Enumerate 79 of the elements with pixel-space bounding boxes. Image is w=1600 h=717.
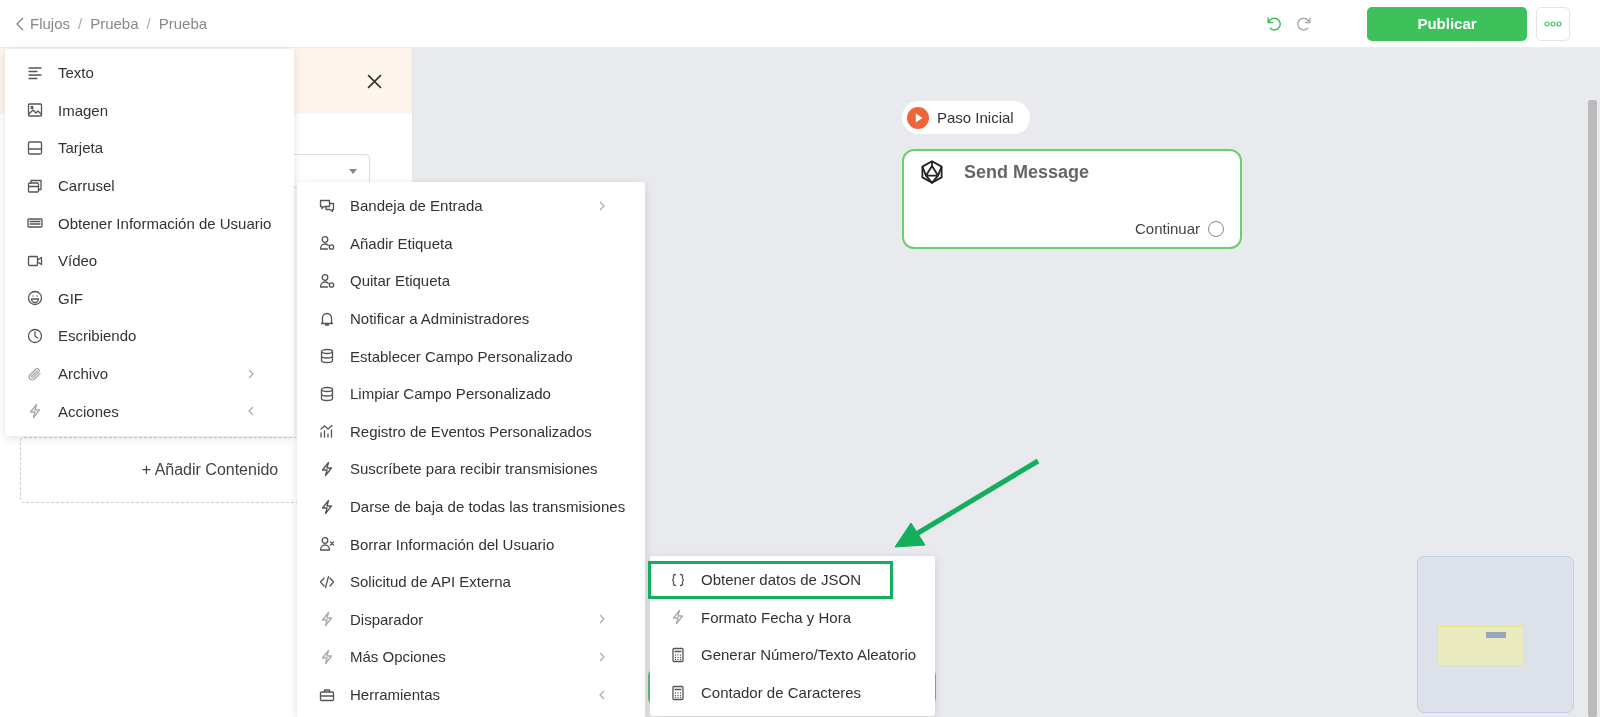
menu-item[interactable]: Establecer Campo Personalizado xyxy=(297,337,645,375)
picture-icon xyxy=(27,102,43,119)
menu-item[interactable]: Más Opciones xyxy=(297,638,645,676)
close-icon[interactable] xyxy=(367,73,382,89)
chevron-right-icon xyxy=(248,368,254,379)
user-tag-icon xyxy=(319,235,335,252)
breadcrumb-link[interactable]: Prueba xyxy=(90,15,139,32)
stacked-cards-icon xyxy=(27,177,43,194)
start-step-label: Paso Inicial xyxy=(937,109,1014,126)
menu-item[interactable]: Bandeja de Entrada xyxy=(297,187,645,225)
menu-item[interactable]: Acciones xyxy=(5,392,294,430)
node-title: Send Message xyxy=(964,161,1090,183)
smiley-icon xyxy=(27,290,43,307)
breadcrumb-separator: / xyxy=(146,15,151,32)
menu-item[interactable]: Escribiendo xyxy=(5,317,294,355)
bell-icon xyxy=(319,310,335,327)
menu-item[interactable]: Quitar Etiqueta xyxy=(297,262,645,300)
icosahedron-icon xyxy=(920,160,944,184)
chevron-right-icon xyxy=(599,651,605,662)
menu-item[interactable]: Vídeo xyxy=(5,241,294,280)
lightning-icon xyxy=(27,403,43,420)
lightning-icon xyxy=(670,609,686,626)
menu-item[interactable]: Obtener Información de Usuario xyxy=(5,204,294,242)
lightning-icon xyxy=(319,460,335,477)
play-icon xyxy=(907,106,929,129)
breadcrumb-link[interactable]: Flujos xyxy=(30,15,70,32)
minimap-node xyxy=(1486,632,1506,638)
database-icon xyxy=(319,348,335,365)
menu-item[interactable]: Carrusel xyxy=(5,166,294,205)
chevron-right-icon xyxy=(599,200,605,211)
breadcrumb-separator: / xyxy=(78,15,83,32)
menu-item[interactable]: Contador de Caracteres xyxy=(650,673,935,712)
menu-item[interactable]: Formato Fecha y Hora xyxy=(650,598,935,637)
minimap-viewport[interactable] xyxy=(1437,626,1524,666)
caret-down-icon xyxy=(349,168,357,174)
chevron-right-icon xyxy=(599,614,605,625)
lightning-icon xyxy=(319,498,335,515)
chevron-left-icon xyxy=(599,689,605,700)
calculator-icon xyxy=(670,647,686,663)
menu-item[interactable]: Obtener datos de JSON xyxy=(648,561,893,599)
card-icon xyxy=(27,140,43,156)
user-remove-icon xyxy=(319,536,335,553)
menu-item[interactable]: Imagen xyxy=(5,91,294,130)
menu-item[interactable]: Herramientas xyxy=(297,675,645,714)
chevron-left-icon xyxy=(248,406,254,417)
code-icon xyxy=(319,573,335,590)
chat-bubbles-icon xyxy=(319,197,335,214)
menu-item[interactable]: Tarjeta xyxy=(5,129,294,167)
lightning-icon xyxy=(319,648,335,665)
bar-chart-icon xyxy=(319,423,335,440)
menu-item[interactable]: Generar Número/Texto Aleatorio xyxy=(650,636,935,674)
more-dots-icon xyxy=(1544,20,1562,27)
minimap[interactable] xyxy=(1417,556,1574,713)
calculator-icon xyxy=(670,684,686,701)
menu-item[interactable]: Disparador xyxy=(297,600,645,639)
menu-item[interactable]: GIF xyxy=(5,279,294,318)
user-tag-icon xyxy=(319,273,335,289)
lightning-icon xyxy=(319,611,335,628)
paperclip-icon xyxy=(27,365,43,382)
menu-item[interactable]: Archivo xyxy=(5,354,294,393)
breadcrumb-link[interactable]: Prueba xyxy=(158,15,208,32)
menu-item[interactable]: Texto xyxy=(5,54,294,92)
menu-item[interactable]: Borrar Información del Usuario xyxy=(297,525,645,563)
message-node-card[interactable]: Send Message Continuar xyxy=(902,149,1242,249)
database-icon xyxy=(319,385,335,402)
output-label: Continuar xyxy=(1134,220,1200,237)
more-options-button[interactable] xyxy=(1536,6,1570,41)
undo-icon[interactable] xyxy=(1265,15,1282,32)
clock-icon xyxy=(27,327,43,344)
start-step-pill[interactable]: Paso Inicial xyxy=(902,101,1030,134)
lines-icon xyxy=(27,64,43,81)
menu-item[interactable]: Limpiar Campo Personalizado xyxy=(297,374,645,413)
scrollbar[interactable] xyxy=(1588,100,1597,717)
braces-icon xyxy=(670,571,686,588)
back-chevron-icon[interactable] xyxy=(16,16,24,31)
menu-item[interactable]: Notificar a Administradores xyxy=(297,299,645,338)
menu-item[interactable]: Añadir Etiqueta xyxy=(297,224,645,263)
menu-item[interactable]: Solicitud de API Externa xyxy=(297,562,645,601)
toolbox-icon xyxy=(319,686,335,703)
